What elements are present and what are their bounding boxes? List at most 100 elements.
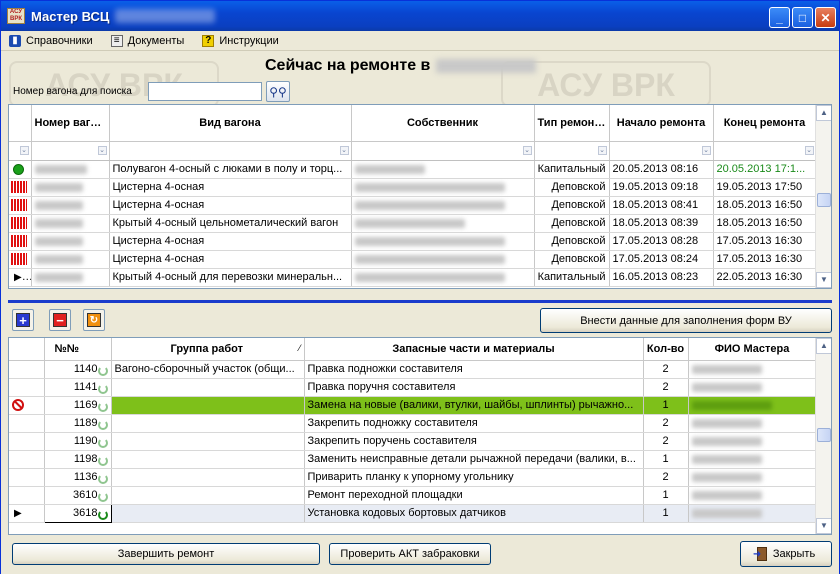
works-grid: №№ Группа работ ⁄ Запасные части и матери…	[9, 338, 817, 523]
table-row[interactable]: Цистерна 4-осная Деповской 18.05.2013 08…	[9, 196, 817, 215]
filter-dropdown-icon[interactable]: ⌄	[339, 145, 349, 155]
table-row[interactable]: Цистерна 4-осная Деповской 17.05.2013 08…	[9, 232, 817, 251]
scroll-up-icon[interactable]: ▲	[816, 338, 831, 354]
redacted-number	[34, 182, 83, 192]
app-logo-icon: АСУ ВРК	[7, 8, 25, 24]
current-row-arrow-icon: ▶	[14, 508, 22, 519]
scroll-thumb[interactable]	[817, 428, 831, 442]
col-master[interactable]: ФИО Мастера	[688, 338, 817, 361]
redacted-number	[34, 200, 83, 210]
book-icon: ▮	[9, 34, 21, 47]
forbidden-icon	[12, 399, 24, 412]
search-input[interactable]	[148, 82, 262, 101]
refresh-button[interactable]: ↻	[83, 309, 105, 331]
finish-repair-button[interactable]: Завершить ремонт	[12, 543, 320, 565]
scroll-thumb[interactable]	[817, 193, 831, 207]
table-row[interactable]: 1136 Приварить планку к упорному угольни…	[9, 468, 817, 487]
table-row[interactable]: 1198 Заменить неисправные детали рычажно…	[9, 450, 817, 469]
table-row[interactable]: Полувагон 4-осный с люками в полу и торц…	[9, 160, 817, 179]
maximize-button[interactable]: □	[792, 7, 813, 28]
search-button[interactable]: ⚲⚲	[266, 81, 290, 102]
minimize-button[interactable]: _	[769, 7, 790, 28]
redacted-owner	[354, 236, 505, 246]
col-work-group[interactable]: Группа работ ⁄	[111, 338, 305, 361]
redacted-owner	[354, 218, 465, 228]
heading-redacted	[436, 58, 537, 73]
recycle-icon	[97, 365, 108, 376]
redacted-number	[34, 272, 83, 282]
status-red-icon	[11, 235, 27, 248]
table-row[interactable]: 1140 Вагоно-сборочный участок (общи... П…	[9, 360, 817, 379]
recycle-icon	[97, 383, 108, 394]
menu-documents[interactable]: ≡ Документы	[109, 32, 187, 50]
window-title: Мастер ВСЦ	[31, 8, 110, 24]
check-act-button[interactable]: Проверить АКТ забраковки	[329, 543, 491, 565]
filter-dropdown-icon[interactable]: ⌄	[19, 145, 29, 155]
table-row[interactable]: Цистерна 4-осная Деповской 17.05.2013 08…	[9, 250, 817, 269]
redacted-owner	[354, 164, 425, 174]
redacted-master	[691, 472, 762, 482]
menu-reference[interactable]: ▮ Справочники	[7, 32, 95, 50]
redacted-master	[691, 436, 762, 446]
scroll-down-icon[interactable]: ▼	[816, 518, 831, 534]
filter-dropdown-icon[interactable]: ⌄	[597, 145, 607, 155]
current-row-arrow-icon: ▶	[14, 271, 22, 283]
recycle-icon	[97, 401, 108, 412]
add-button[interactable]: +	[12, 309, 34, 331]
redacted-master	[691, 454, 762, 464]
table-row[interactable]: ▶ Крытый 4-осный для перевозки минеральн…	[9, 268, 817, 287]
table-row[interactable]: Цистерна 4-осная Деповской 19.05.2013 09…	[9, 178, 817, 197]
bottom-table-scrollbar[interactable]: ▲ ▼	[815, 338, 831, 534]
filter-dropdown-icon[interactable]: ⌄	[97, 145, 107, 155]
recycle-icon	[97, 473, 108, 484]
col-qty[interactable]: Кол-во	[643, 338, 689, 361]
recycle-icon	[97, 419, 108, 430]
menu-instructions[interactable]: ? Инструкции	[200, 32, 280, 50]
filter-dropdown-icon[interactable]: ⌄	[804, 145, 814, 155]
col-number[interactable]: №№	[44, 338, 112, 361]
table-row[interactable]: 1190 Закрепить поручень составителя 2	[9, 432, 817, 451]
redacted-owner	[354, 254, 505, 264]
col-end[interactable]: Конец ремонта	[713, 105, 817, 142]
table-row-selected[interactable]: 1169 Замена на новые (валики, втулки, ша…	[9, 396, 817, 415]
redacted-number	[34, 164, 87, 174]
exit-door-icon: ➜	[753, 547, 767, 561]
table-row[interactable]: 1189 Закрепить подножку составителя 2	[9, 414, 817, 433]
fill-forms-button[interactable]: Внести данные для заполнения форм ВУ	[540, 308, 832, 333]
page-heading: Сейчас на ремонте в	[265, 57, 537, 75]
col-parts[interactable]: Запасные части и материалы	[304, 338, 644, 361]
redacted-master	[691, 490, 762, 500]
col-owner[interactable]: Собственник	[351, 105, 535, 142]
main-area: АСУ ВРК АСУ ВРК Сейчас на ремонте в Номе…	[1, 51, 839, 574]
col-wagon-number[interactable]: Номер вагона	[31, 105, 110, 142]
top-table-scrollbar[interactable]: ▲ ▼	[815, 105, 831, 288]
splitter[interactable]	[8, 300, 832, 303]
documents-icon: ≡	[110, 34, 123, 47]
redacted-master	[691, 508, 762, 518]
table-row-current[interactable]: ▶ 3618 Установка кодовых бортовых датчик…	[9, 503, 817, 523]
close-window-button[interactable]: ✕	[815, 7, 836, 28]
redacted-master	[691, 364, 762, 374]
redacted-owner	[354, 182, 505, 192]
filter-dropdown-icon[interactable]: ⌄	[522, 145, 532, 155]
remove-button[interactable]: −	[49, 309, 71, 331]
scroll-down-icon[interactable]: ▼	[816, 272, 831, 288]
binoculars-icon: ⚲⚲	[269, 84, 287, 99]
col-wagon-type[interactable]: Вид вагона	[109, 105, 352, 142]
sort-icon: ⁄	[298, 342, 301, 353]
close-button[interactable]: ➜ Закрыть	[740, 541, 832, 567]
table-row[interactable]: 3610 Ремонт переходной площадки 1	[9, 486, 817, 505]
status-red-icon	[11, 199, 27, 212]
table-row[interactable]: Крытый 4-осный цельнометалический вагон …	[9, 214, 817, 233]
status-red-icon	[11, 181, 27, 194]
table-row[interactable]: 1141 Правка поручня составителя 2	[9, 378, 817, 397]
scroll-up-icon[interactable]: ▲	[816, 105, 831, 121]
filter-dropdown-icon[interactable]: ⌄	[701, 145, 711, 155]
col-start[interactable]: Начало ремонта	[609, 105, 714, 142]
redacted-master	[691, 418, 762, 428]
redacted-number	[34, 218, 83, 228]
title-bar[interactable]: АСУ ВРК Мастер ВСЦ _ □ ✕	[1, 1, 839, 31]
title-redacted	[115, 9, 216, 23]
menu-bar: ▮ Справочники ≡ Документы ? Инструкции	[1, 31, 839, 51]
col-repair-type[interactable]: Тип ремонта	[534, 105, 610, 142]
